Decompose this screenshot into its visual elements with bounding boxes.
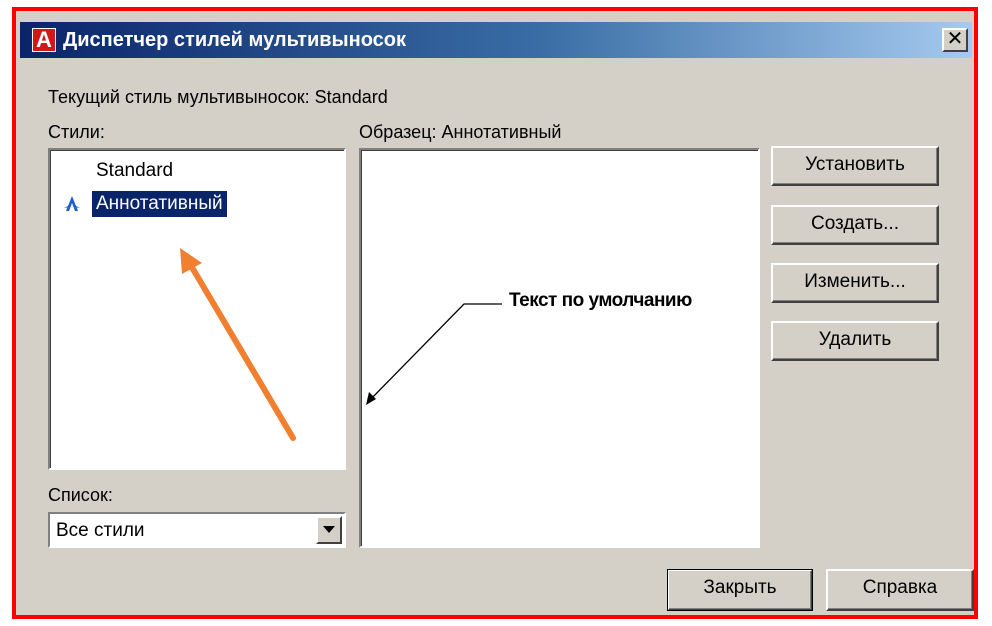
delete-button[interactable]: Удалить [771, 321, 939, 361]
create-button[interactable]: Создать... [771, 205, 939, 245]
window-title: Диспетчер стилей мультивыносок [63, 29, 407, 51]
preview-sample-text: Текст по умолчанию [509, 290, 692, 311]
styles-list[interactable]: Standard Аннотативный [48, 148, 346, 470]
close-icon[interactable]: ✕ [942, 28, 968, 52]
chevron-down-icon [323, 526, 335, 533]
modify-button[interactable]: Изменить... [771, 263, 939, 303]
style-item-standard[interactable]: Standard [96, 158, 173, 184]
current-style-label: Текущий стиль мультивыносок: Standard [48, 87, 388, 107]
title-bar[interactable]: A Диспетчер стилей мультивыносок ✕ [20, 22, 972, 58]
style-item-annotative[interactable]: Аннотативный [92, 191, 227, 217]
list-filter-dropdown[interactable]: Все стили [48, 512, 346, 548]
set-current-button[interactable]: Установить [771, 146, 939, 186]
dropdown-button[interactable] [316, 516, 342, 544]
close-button[interactable]: Закрыть [667, 569, 813, 611]
styles-label: Стили: [48, 122, 105, 142]
autocad-icon: A [32, 28, 56, 52]
help-button[interactable]: Справка [826, 569, 974, 611]
preview-panel: Текст по умолчанию [359, 148, 760, 548]
list-filter-label: Список: [48, 485, 113, 505]
preview-label: Образец: Аннотативный [359, 122, 562, 142]
list-filter-value: Все стили [56, 520, 145, 541]
annotative-scale-icon [64, 196, 80, 211]
